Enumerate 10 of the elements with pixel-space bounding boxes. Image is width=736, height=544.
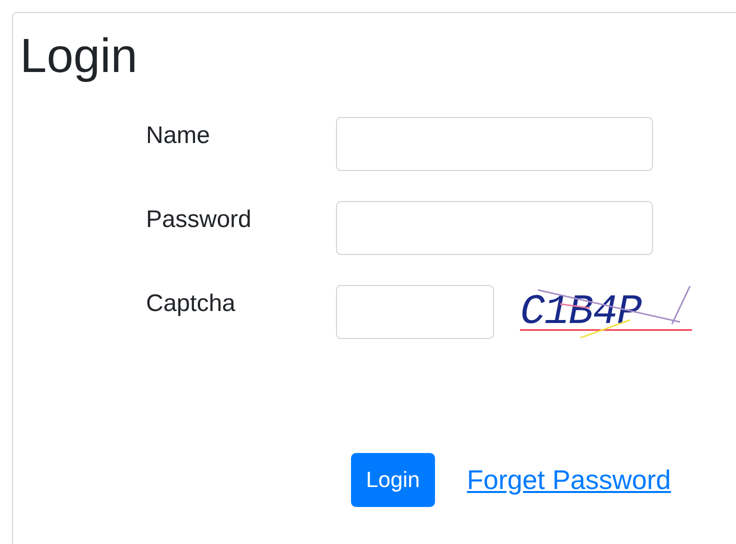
- field-label: Captcha: [146, 289, 236, 319]
- field-label: Password: [146, 205, 252, 235]
- forget-password-link[interactable]: Forget Password: [466, 464, 671, 496]
- captcha-field[interactable]: [336, 285, 494, 339]
- captcha-image: C1B4P: [520, 286, 692, 338]
- page-title: Login: [20, 29, 138, 85]
- password-field[interactable]: [336, 201, 653, 255]
- name-field[interactable]: [336, 117, 653, 171]
- login-button[interactable]: Login: [351, 453, 435, 507]
- field-label: Name: [146, 121, 210, 151]
